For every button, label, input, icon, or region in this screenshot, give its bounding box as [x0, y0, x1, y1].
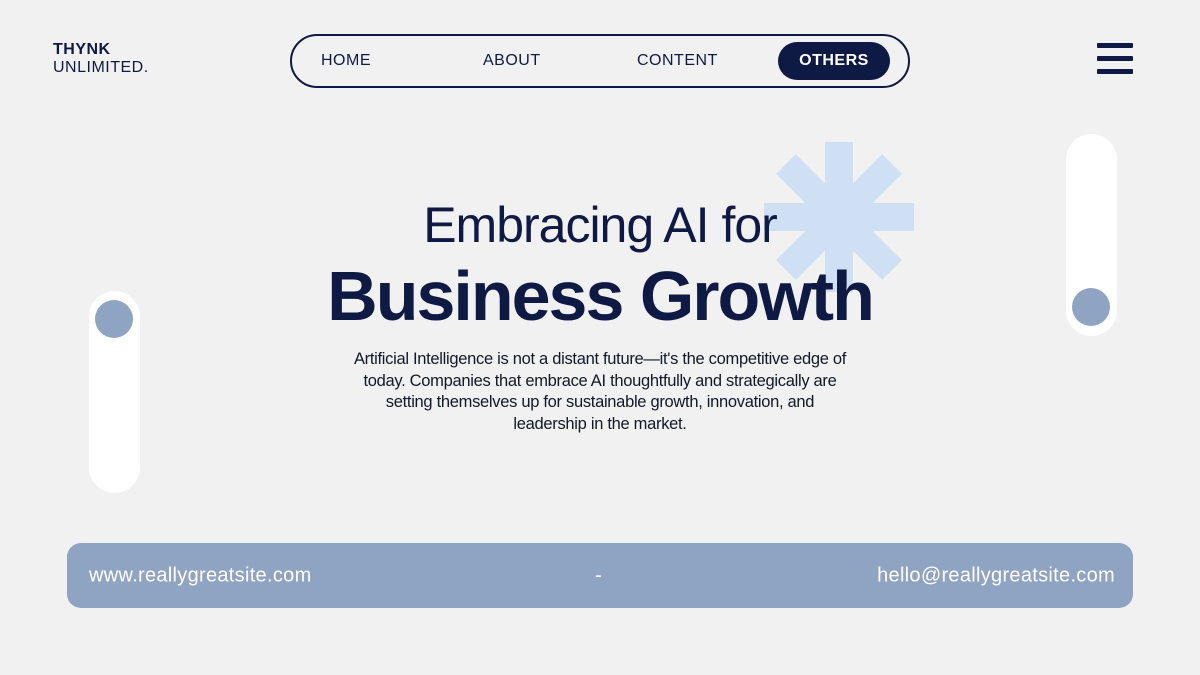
footer-contact-bar: www.reallygreatsite.com - hello@reallygr…: [67, 543, 1133, 608]
hero-description: Artificial Intelligence is not a distant…: [353, 350, 847, 433]
nav-item-others[interactable]: OTHERS: [778, 42, 890, 80]
menu-bar: [1097, 69, 1133, 74]
brand-name-line1: THYNK: [53, 41, 111, 58]
hero-subtitle: Embracing AI for: [423, 197, 778, 253]
brand-logo[interactable]: THYNK UNLIMITED.: [53, 41, 149, 77]
nav-item-about[interactable]: ABOUT: [483, 52, 541, 70]
menu-bar: [1097, 56, 1133, 61]
nav-item-content[interactable]: CONTENT: [637, 52, 718, 70]
brand-name-line2: UNLIMITED.: [53, 59, 149, 76]
footer-separator: -: [595, 564, 602, 586]
hamburger-menu-icon[interactable]: [1097, 43, 1133, 75]
website-link[interactable]: www.reallygreatsite.com: [89, 564, 312, 587]
hero-title: Business Growth: [327, 257, 875, 335]
main-navigation: HOME ABOUT CONTENT OTHERS: [290, 34, 910, 88]
email-link[interactable]: hello@reallygreatsite.com: [877, 564, 1115, 587]
menu-bar: [1097, 43, 1133, 48]
nav-item-home[interactable]: HOME: [321, 52, 371, 70]
